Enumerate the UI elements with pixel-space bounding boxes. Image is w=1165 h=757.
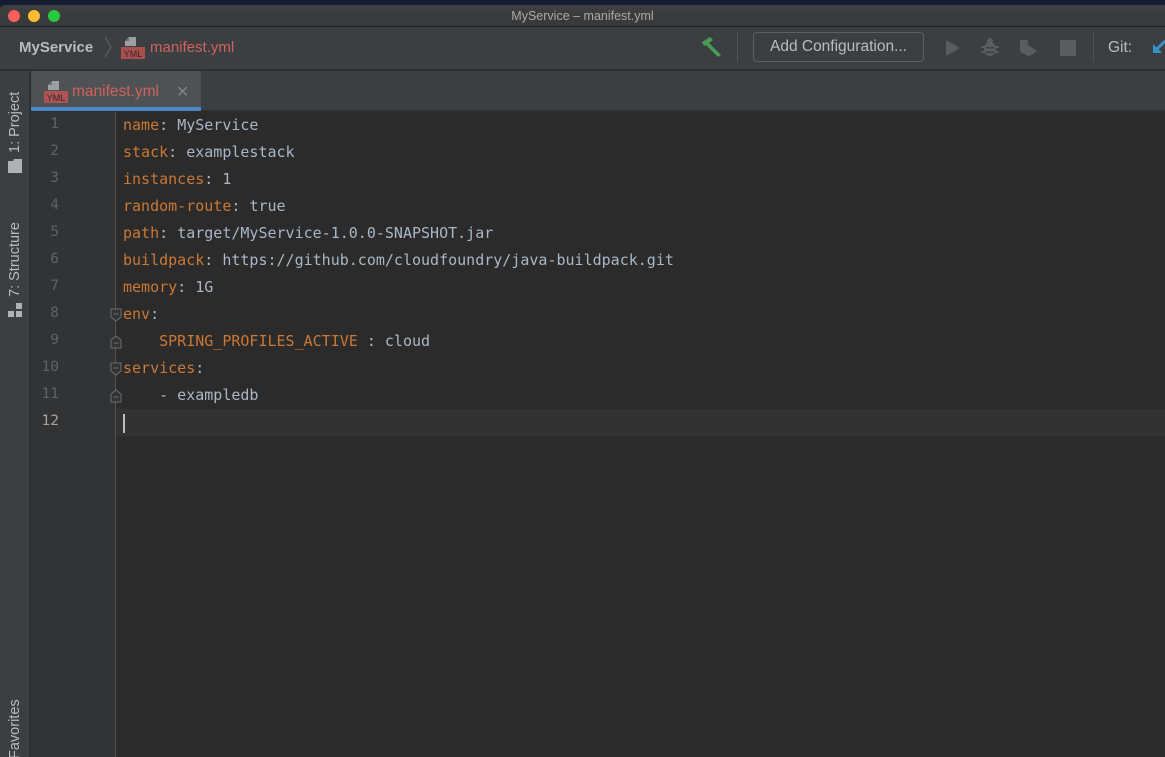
code-line: random-route: true — [123, 193, 286, 220]
breadcrumb-project[interactable]: MyService — [19, 39, 93, 56]
yaml-separator: : — [177, 278, 196, 296]
yaml-value: 1 — [222, 170, 232, 188]
line-number: 5 — [50, 224, 59, 240]
chevron-right-icon — [104, 36, 112, 58]
code-line: instances: 1 — [123, 166, 231, 193]
fold-end-icon[interactable] — [110, 389, 122, 403]
tool-tab-structure[interactable]: 7: Structure — [0, 203, 30, 321]
yaml-separator: : — [168, 143, 187, 161]
line-number: 10 — [41, 359, 59, 375]
yaml-key: SPRING_PROFILES_ACTIVE — [159, 332, 358, 350]
yaml-value: examplestack — [186, 143, 295, 161]
yaml-key: random-route — [123, 197, 232, 215]
tool-tab-favorites-label: Favorites — [7, 699, 23, 757]
active-tab-indicator — [31, 107, 201, 111]
coverage-icon[interactable] — [1017, 37, 1039, 59]
code-line: - exampledb — [123, 382, 258, 409]
fold-collapse-icon[interactable] — [110, 308, 122, 322]
yaml-separator: : — [159, 224, 178, 242]
yaml-key: memory — [123, 278, 178, 296]
code-line: memory: 1G — [123, 274, 213, 301]
window-titlebar: MyService – manifest.yml — [0, 5, 1165, 27]
code-line: buildpack: https://github.com/cloudfound… — [123, 247, 674, 274]
fold-end-icon[interactable] — [110, 335, 122, 349]
line-number: 3 — [50, 170, 59, 186]
toolbar-separator — [737, 32, 738, 62]
yaml-separator: : — [150, 305, 160, 323]
editor-tab-bar: YML manifest.yml ✕ — [31, 71, 1165, 111]
yaml-key: stack — [123, 143, 169, 161]
git-update-arrow-icon[interactable] — [1150, 36, 1165, 58]
code-line: env: — [123, 301, 159, 328]
code-line: SPRING_PROFILES_ACTIVE : cloud — [123, 328, 430, 355]
editor-gutter: 1 2 3 4 5 6 7 8 9 10 11 12 — [31, 112, 116, 757]
yaml-separator: : — [159, 116, 178, 134]
left-tool-window-strip: 1: Project 7: Structure Favorites — [0, 71, 30, 757]
line-number: 4 — [50, 197, 59, 213]
yaml-value: target/MyService-1.0.0-SNAPSHOT.jar — [177, 224, 494, 242]
run-icon[interactable] — [942, 37, 964, 59]
code-editor[interactable]: 1 2 3 4 5 6 7 8 9 10 11 12 name: MyService stack: ex… — [31, 112, 1165, 757]
line-number: 12 — [41, 413, 59, 429]
svg-text:YML: YML — [124, 49, 143, 59]
line-number: 9 — [50, 332, 59, 348]
line-number: 2 — [50, 143, 59, 159]
line-number: 8 — [50, 305, 59, 321]
line-number: 1 — [50, 116, 59, 132]
editor-tab-label: manifest.yml — [72, 83, 159, 100]
code-line: name: MyService — [123, 112, 258, 139]
text-caret — [123, 414, 125, 433]
debug-icon[interactable] — [979, 37, 1001, 59]
yaml-separator: : — [195, 359, 205, 377]
stop-icon[interactable] — [1057, 37, 1079, 59]
yaml-value: 1G — [195, 278, 214, 296]
fold-collapse-icon[interactable] — [110, 362, 122, 376]
yml-file-icon: YML — [44, 81, 68, 103]
editor-tab-manifest[interactable]: YML manifest.yml ✕ — [31, 71, 201, 111]
line-number: 11 — [41, 386, 59, 402]
yaml-key: buildpack — [123, 251, 205, 269]
tool-tab-project-label: 1: Project — [7, 91, 23, 153]
yaml-key: path — [123, 224, 160, 242]
yaml-key: env — [123, 305, 151, 323]
yaml-separator: : — [204, 170, 223, 188]
tool-tab-structure-label: 7: Structure — [7, 222, 23, 297]
hammer-icon[interactable] — [700, 36, 724, 58]
yaml-value: true — [249, 197, 286, 215]
code-line: services: — [123, 355, 204, 382]
toolbar-separator — [1093, 32, 1094, 62]
yaml-key: services — [123, 359, 196, 377]
folder-icon — [8, 159, 22, 173]
yaml-value: - exampledb — [159, 386, 259, 404]
navigation-toolbar: MyService YML manifest.yml Add Configura… — [0, 27, 1165, 70]
yaml-separator: : — [357, 332, 385, 350]
code-line: path: target/MyService-1.0.0-SNAPSHOT.ja… — [123, 220, 493, 247]
yaml-separator: : — [204, 251, 223, 269]
yaml-value: https://github.com/cloudfoundry/java-bui… — [222, 251, 674, 269]
svg-text:YML: YML — [47, 93, 66, 103]
breadcrumb-file[interactable]: manifest.yml — [150, 39, 234, 56]
add-configuration-button[interactable]: Add Configuration... — [753, 32, 924, 62]
close-icon[interactable]: ✕ — [176, 82, 189, 102]
git-label: Git: — [1108, 39, 1133, 56]
window-title: MyService – manifest.yml — [511, 9, 654, 23]
yaml-separator: : — [231, 197, 250, 215]
current-line-highlight — [116, 409, 1165, 436]
yaml-key: name — [123, 116, 160, 134]
yaml-key: instances — [123, 170, 205, 188]
code-line: stack: examplestack — [123, 139, 295, 166]
yaml-value: MyService — [177, 116, 259, 134]
yaml-value: cloud — [384, 332, 431, 350]
structure-icon — [8, 303, 22, 317]
line-number: 7 — [50, 278, 59, 294]
yml-file-icon: YML — [121, 37, 145, 59]
line-number: 6 — [50, 251, 59, 267]
tool-tab-favorites[interactable]: Favorites — [0, 671, 30, 757]
tool-tab-project[interactable]: 1: Project — [0, 75, 30, 183]
